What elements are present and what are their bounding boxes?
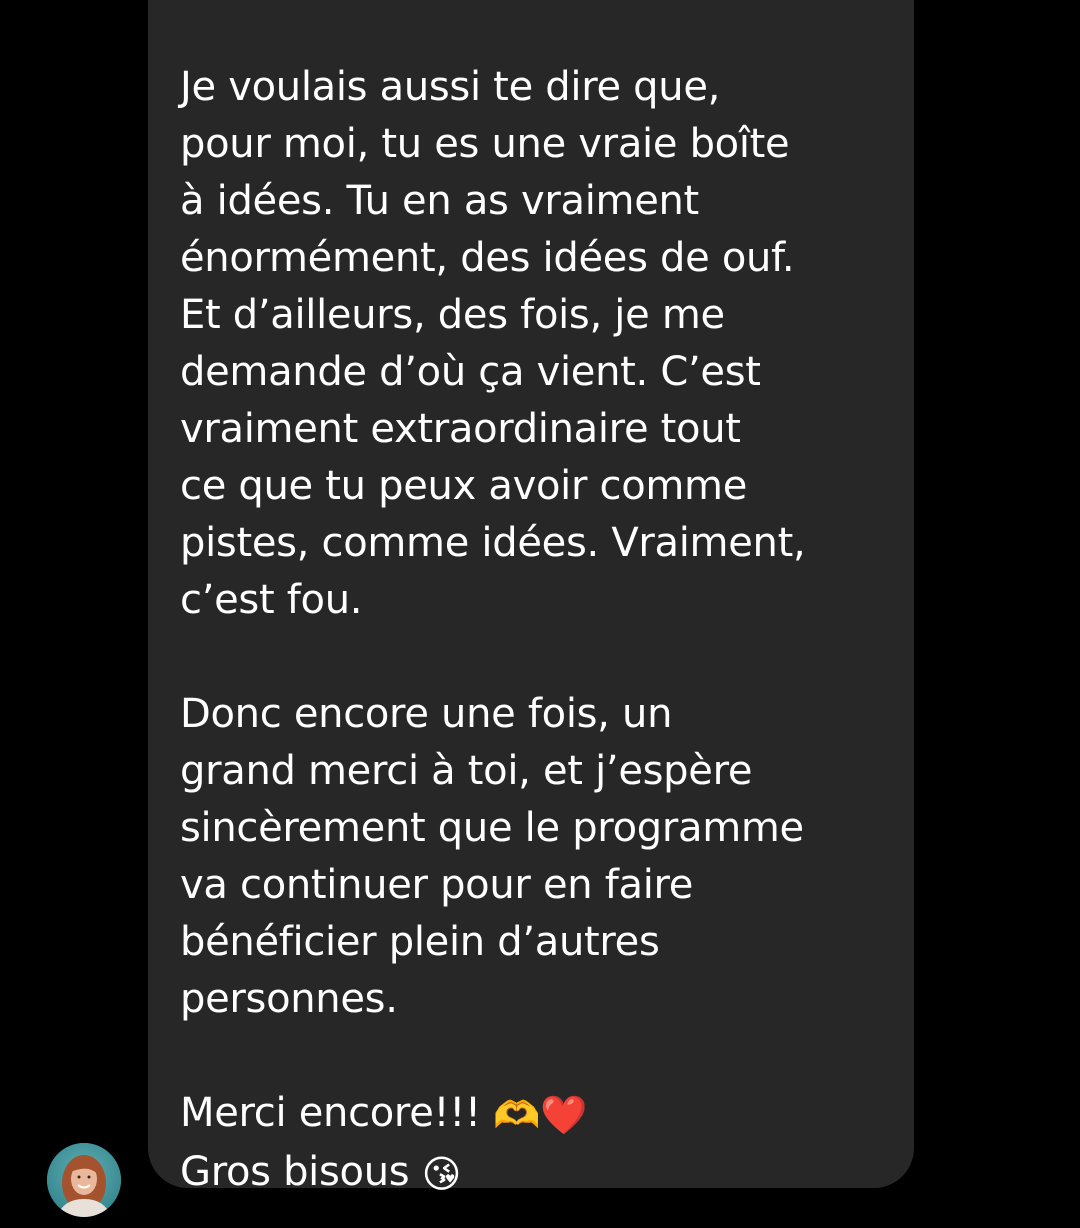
message-line: à idées. Tu en as vraiment [180,178,699,224]
message-line: ce que tu peux avoir comme [180,463,748,509]
profile-photo-icon [47,1143,121,1217]
message-line: Et d’ailleurs, des fois, je me [180,292,725,338]
heart-hands-icon: 🫶 [493,1093,541,1137]
message-paragraph-2: Donc encore une fois, un grand merci à t… [180,686,884,1028]
message-line: énormément, des idées de ouf. [180,235,795,281]
message-closing: Merci encore!!! 🫶❤️ Gros bisous 😘 [180,1085,884,1203]
kisses-text: Gros bisous [180,1149,410,1195]
closing-line-thanks: Merci encore!!! 🫶❤️ [180,1085,884,1144]
red-heart-icon: ❤️ [540,1093,588,1137]
message-line: Donc encore une fois, un [180,691,673,737]
thanks-text: Merci encore!!! [180,1090,481,1136]
message-paragraph-1: Je voulais aussi te dire que, pour moi, … [180,59,884,629]
message-line: grand merci à toi, et j’espère [180,748,753,794]
message-text: Je voulais aussi te dire que, pour moi, … [180,59,884,1203]
received-message-bubble[interactable]: Je voulais aussi te dire que, pour moi, … [148,0,914,1196]
face-blowing-kiss-icon: 😘 [421,1152,462,1196]
message-line: pistes, comme idées. Vraiment, [180,520,806,566]
message-line: personnes. [180,976,398,1022]
message-line: c’est fou. [180,577,363,623]
message-line: sincèrement que le programme [180,805,804,851]
message-line: vraiment extraordinaire tout [180,406,741,452]
message-line: va continuer pour en faire [180,862,694,908]
conversation-view: Je voulais aussi te dire que, pour moi, … [0,0,1080,1228]
sender-avatar[interactable] [47,1143,121,1217]
message-line: Je voulais aussi te dire que, [180,64,721,110]
message-line: bénéficier plein d’autres [180,919,660,965]
message-line: demande d’où ça vient. C’est [180,349,761,395]
closing-line-kisses: Gros bisous 😘 [180,1144,884,1203]
message-line: pour moi, tu es une vraie boîte [180,121,790,167]
